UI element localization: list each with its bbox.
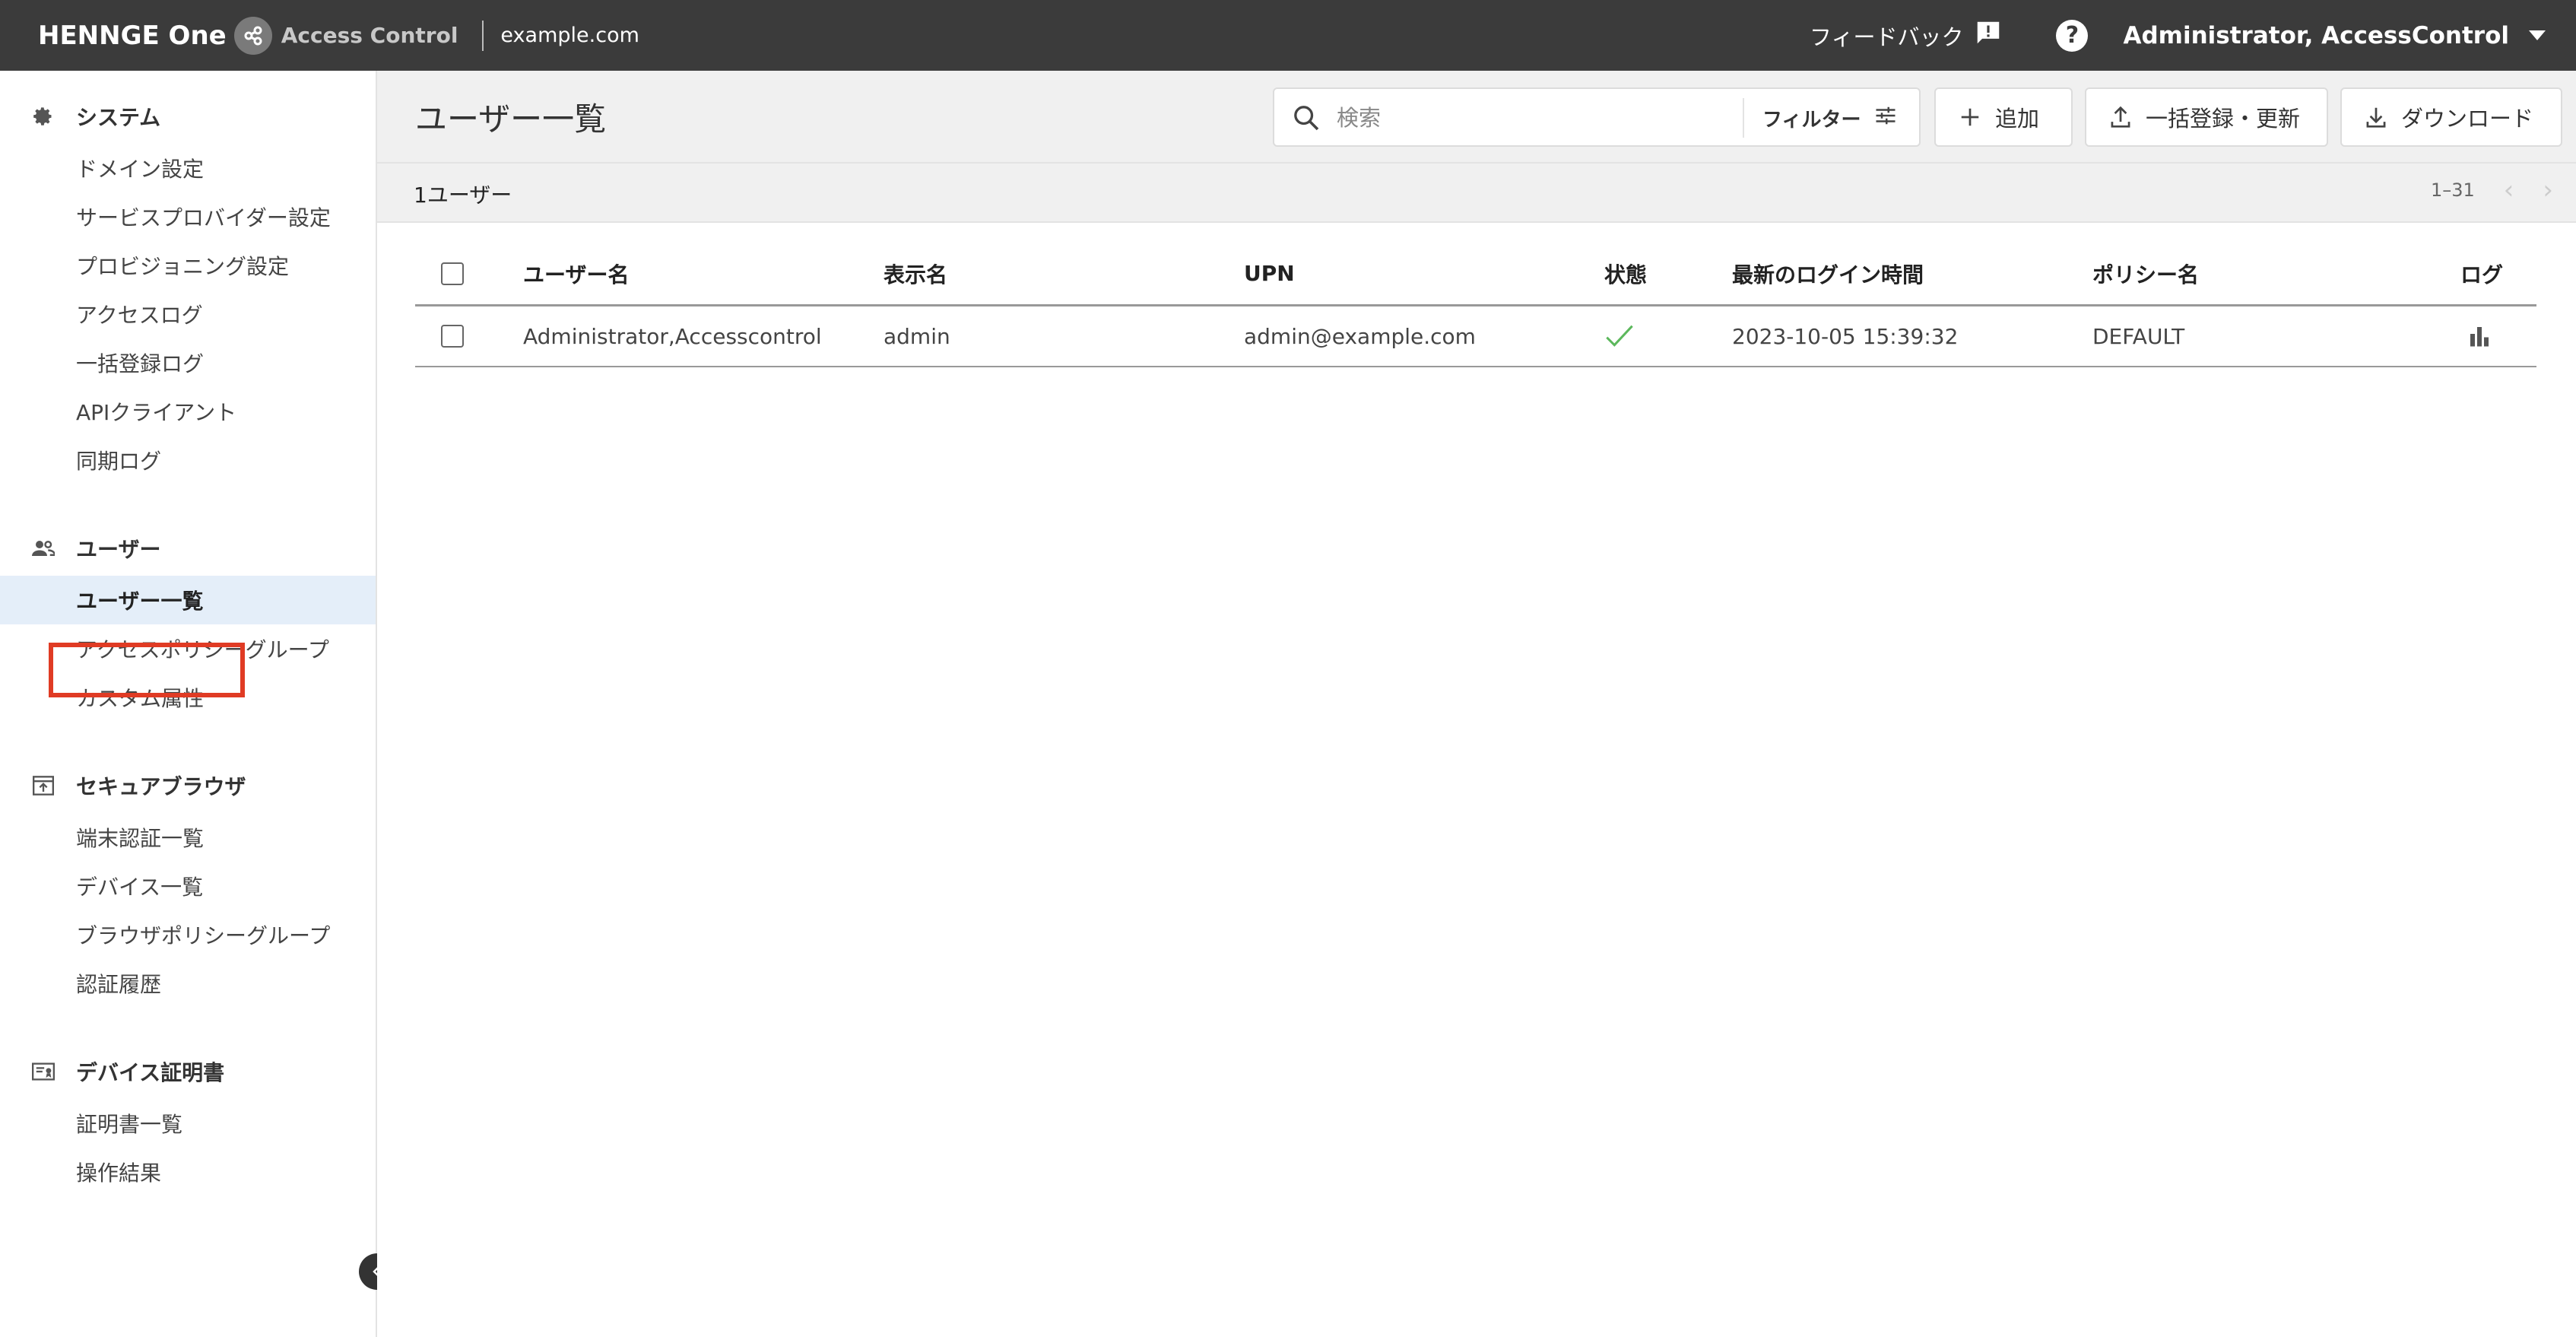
- add-label: 追加: [1995, 106, 2040, 132]
- sidebar-item-access-log[interactable]: アクセスログ: [0, 290, 376, 338]
- sidebar-section-title: システム: [76, 105, 161, 130]
- sidebar-section-secure-browser: セキュアブラウザ: [30, 770, 246, 801]
- highlight-annotation-box: [49, 643, 245, 697]
- prev-page-icon[interactable]: ‹: [2504, 177, 2514, 203]
- download-label: ダウンロード: [2401, 106, 2534, 132]
- bulk-register-update-button[interactable]: 一括登録・更新: [2085, 87, 2328, 147]
- download-button[interactable]: ダウンロード: [2340, 87, 2562, 147]
- certificate-icon: [30, 1059, 56, 1085]
- filter-label: フィルター: [1762, 108, 1861, 132]
- bar-chart-icon[interactable]: [2468, 326, 2491, 347]
- users-icon: [30, 535, 56, 561]
- user-menu[interactable]: Administrator, AccessControl: [2123, 22, 2546, 49]
- browser-icon: [30, 773, 56, 799]
- feedback-icon: [1974, 18, 2003, 52]
- user-name: Administrator, AccessControl: [2123, 21, 2509, 49]
- product-name: Access Control: [281, 23, 458, 48]
- sidebar-item-browser-policy-group[interactable]: ブラウザポリシーグループ: [0, 910, 376, 959]
- user-count: 1ユーザー: [414, 183, 512, 208]
- table-header-row: ユーザー名 表示名 UPN 状態 最新のログイン時間 ポリシー名 ログ: [415, 243, 2536, 306]
- feedback-button[interactable]: フィードバック: [1810, 18, 2003, 52]
- upload-icon: [2109, 105, 2132, 129]
- pagination: 1–31 ‹ ›: [2431, 177, 2553, 203]
- sidebar-section-device-certificates: デバイス証明書: [30, 1056, 224, 1087]
- table-row[interactable]: Administrator,Accesscontrol admin admin@…: [415, 306, 2536, 367]
- brand-logo-icon: [233, 16, 272, 55]
- select-all-checkbox[interactable]: [441, 262, 464, 285]
- plus-icon: [1959, 106, 1981, 129]
- download-icon: [2365, 105, 2387, 129]
- column-header-display-name[interactable]: 表示名: [884, 243, 947, 304]
- search-icon: [1291, 103, 1321, 136]
- feedback-label: フィードバック: [1810, 24, 1964, 50]
- row-checkbox[interactable]: [441, 325, 464, 348]
- search-box: フィルター: [1273, 87, 1921, 147]
- page-title: ユーザー一覧: [415, 100, 607, 138]
- cell-display-name: admin: [884, 323, 950, 349]
- help-icon[interactable]: ?: [2056, 19, 2089, 52]
- bulk-register-update-label: 一括登録・更新: [2146, 106, 2301, 132]
- cell-username[interactable]: Administrator,Accesscontrol: [523, 306, 822, 366]
- sidebar-item-certificate-list[interactable]: 証明書一覧: [0, 1099, 376, 1148]
- sidebar-item-user-list[interactable]: ユーザー一覧: [0, 576, 376, 624]
- column-header-username[interactable]: ユーザー名: [523, 243, 629, 304]
- sidebar-item-api-client[interactable]: APIクライアント: [0, 387, 376, 436]
- tenant-domain: example.com: [500, 24, 639, 47]
- pagination-range: 1–31: [2430, 179, 2475, 201]
- search-divider: [1743, 98, 1744, 138]
- column-header-last-login[interactable]: 最新のログイン時間: [1732, 243, 1924, 304]
- chevron-down-icon: [2529, 30, 2546, 40]
- sidebar-item-provisioning-settings[interactable]: プロビジョニング設定: [0, 241, 376, 290]
- sidebar-item-domain-settings[interactable]: ドメイン設定: [0, 144, 376, 192]
- sidebar-section-title: デバイス証明書: [76, 1060, 225, 1085]
- sidebar: システム ドメイン設定 サービスプロバイダー設定 プロビジョニング設定 アクセス…: [0, 71, 377, 1337]
- add-button[interactable]: 追加: [1934, 87, 2073, 147]
- logo[interactable]: HENNGE One Access Control example.com: [38, 0, 639, 71]
- page-header: ユーザー一覧 フィルター 追加 一括登録・更新: [377, 71, 2576, 162]
- sidebar-item-auth-history[interactable]: 認証履歴: [0, 959, 376, 1008]
- sidebar-section-system: システム: [30, 101, 160, 132]
- sidebar-item-sync-log[interactable]: 同期ログ: [0, 436, 376, 484]
- brand-name: HENNGE One: [38, 20, 227, 51]
- sidebar-item-device-list[interactable]: デバイス一覧: [0, 862, 376, 910]
- filter-button[interactable]: フィルター: [1762, 89, 1897, 147]
- sidebar-section-title: ユーザー: [76, 537, 161, 562]
- cell-log: [2468, 306, 2491, 366]
- column-header-upn[interactable]: UPN: [1244, 243, 1295, 304]
- select-all-cell: [441, 243, 464, 304]
- row-select-cell: [441, 306, 464, 366]
- sidebar-section-users: ユーザー: [30, 533, 160, 564]
- search-input[interactable]: [1335, 100, 1734, 136]
- header-divider: [482, 20, 484, 51]
- filter-sliders-icon: [1874, 106, 1897, 131]
- sidebar-item-bulk-registration-log[interactable]: 一括登録ログ: [0, 338, 376, 387]
- sidebar-section-title: セキュアブラウザ: [76, 774, 246, 799]
- cell-last-login: 2023-10-05 15:39:32: [1732, 323, 1959, 349]
- main-content: ユーザー一覧 フィルター 追加 一括登録・更新: [377, 71, 2576, 1337]
- column-header-log: ログ: [2460, 262, 2504, 287]
- cell-upn: admin@example.com: [1244, 323, 1476, 349]
- sidebar-item-service-provider-settings[interactable]: サービスプロバイダー設定: [0, 192, 376, 241]
- column-header-policy[interactable]: ポリシー名: [2092, 243, 2199, 304]
- gear-icon: [30, 103, 56, 129]
- top-bar: HENNGE One Access Control example.com フィ…: [0, 0, 2576, 71]
- next-page-icon[interactable]: ›: [2543, 177, 2553, 203]
- cell-status: [1604, 306, 1635, 366]
- check-icon: [1606, 325, 1633, 347]
- result-count-bar: 1ユーザー 1–31 ‹ ›: [377, 162, 2576, 223]
- cell-policy: DEFAULT: [2092, 323, 2185, 349]
- sidebar-item-operation-results[interactable]: 操作結果: [0, 1148, 376, 1196]
- sidebar-item-terminal-auth-list[interactable]: 端末認証一覧: [0, 813, 376, 862]
- column-header-status[interactable]: 状態: [1604, 243, 1647, 304]
